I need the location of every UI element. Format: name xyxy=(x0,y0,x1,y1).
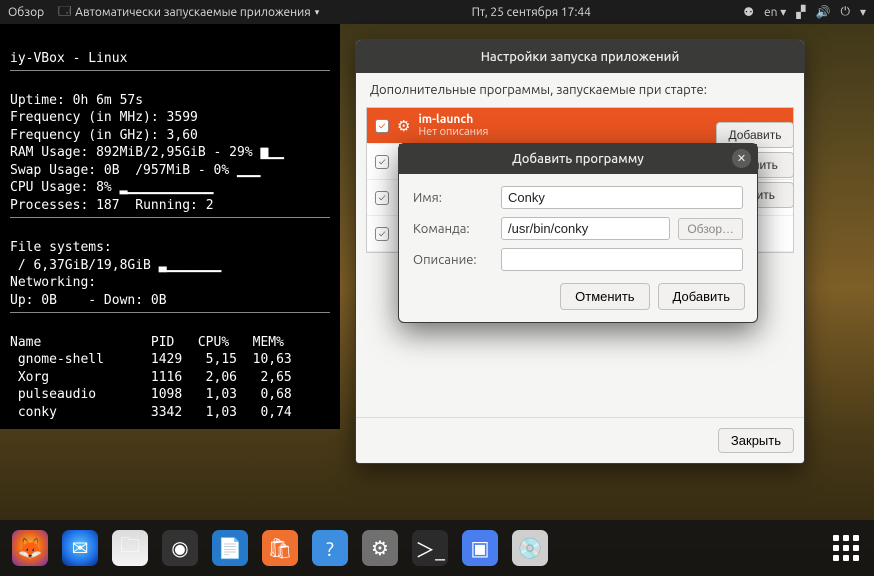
show-applications[interactable] xyxy=(830,532,862,564)
startup-subhead: Дополнительные программы, запускаемые пр… xyxy=(356,73,804,103)
name-label: Имя: xyxy=(413,191,493,205)
window-title: Настройки запуска приложений xyxy=(481,50,680,64)
system-menu-chevron-icon[interactable]: ▾ xyxy=(860,5,866,19)
command-input[interactable] xyxy=(501,217,670,240)
item-sub: Нет описания xyxy=(418,126,488,138)
checkbox-icon[interactable]: ✓ xyxy=(375,191,389,205)
dock-help[interactable]: ? xyxy=(312,530,348,566)
dock-disc[interactable]: 💿 xyxy=(512,530,548,566)
dialog-title: Добавить программу xyxy=(512,152,644,166)
dock-thunderbird[interactable]: ✉ xyxy=(62,530,98,566)
close-icon[interactable]: ✕ xyxy=(732,149,751,168)
dock-terminal[interactable]: ＞_ xyxy=(412,530,448,566)
conky-row: gnome-shell 1429 5,15 10,63 xyxy=(10,352,292,367)
checkbox-icon[interactable]: ✓ xyxy=(375,119,389,133)
item-title: im-launch xyxy=(418,113,488,126)
close-button[interactable]: Закрыть xyxy=(718,428,794,453)
dock-files[interactable]: 🗀 xyxy=(112,530,148,566)
network-icon[interactable]: ▞ xyxy=(796,5,805,19)
description-input[interactable] xyxy=(501,248,743,271)
keyboard-layout[interactable]: en ▾ xyxy=(764,5,786,19)
app-menu[interactable]: 🗔 Автоматически запускаемые приложения ▾ xyxy=(58,2,319,23)
accessibility-icon[interactable]: ⚉ xyxy=(743,5,754,19)
power-icon[interactable]: ⏻ xyxy=(840,5,850,19)
conky-table-header: Name PID CPU% MEM% xyxy=(10,335,284,350)
conky-host: iy-VBox - Linux xyxy=(10,51,127,66)
cancel-button[interactable]: Отменить xyxy=(560,283,649,310)
app-menu-label: Автоматически запускаемые приложения xyxy=(75,6,311,19)
top-panel: Обзор 🗔 Автоматически запускаемые прилож… xyxy=(0,0,874,24)
name-input[interactable] xyxy=(501,186,743,209)
conky-monitor: iy-VBox - Linux Uptime: 0h 6m 57s Freque… xyxy=(0,24,340,429)
dialog-titlebar[interactable]: Добавить программу ✕ xyxy=(399,144,757,174)
window-titlebar[interactable]: Настройки запуска приложений xyxy=(356,40,804,73)
window-icon: 🗔 xyxy=(58,2,71,23)
dock-settings[interactable]: ⚙ xyxy=(362,530,398,566)
command-label: Команда: xyxy=(413,222,493,236)
description-label: Описание: xyxy=(413,253,493,267)
conky-row: pulseaudio 1098 1,03 0,68 xyxy=(10,387,292,402)
clock[interactable]: Пт, 25 сентября 17:44 xyxy=(472,6,591,19)
dock: 🦊 ✉ 🗀 ◉ 📄 🛍 ? ⚙ ＞_ ▣ 💿 xyxy=(0,520,874,576)
activities-button[interactable]: Обзор xyxy=(8,6,44,19)
dock-screenshot[interactable]: ▣ xyxy=(462,530,498,566)
checkbox-icon[interactable]: ✓ xyxy=(375,227,389,241)
dock-writer[interactable]: 📄 xyxy=(212,530,248,566)
dock-firefox[interactable]: 🦊 xyxy=(12,530,48,566)
conky-row: conky 3342 1,03 0,74 xyxy=(10,405,292,420)
system-tray: ⚉ en ▾ ▞ 🔊 ⏻ ▾ xyxy=(743,5,866,19)
conky-row: Xorg 1116 2,06 2,65 xyxy=(10,370,292,385)
checkbox-icon[interactable]: ✓ xyxy=(375,155,389,169)
volume-icon[interactable]: 🔊 xyxy=(816,5,831,19)
gears-icon: ⚙ xyxy=(397,117,410,135)
add-confirm-button[interactable]: Добавить xyxy=(658,283,745,310)
add-program-dialog: Добавить программу ✕ Имя: Команда: Обзор… xyxy=(398,143,758,323)
dock-software[interactable]: 🛍 xyxy=(262,530,298,566)
dock-rhythmbox[interactable]: ◉ xyxy=(162,530,198,566)
chevron-down-icon: ▾ xyxy=(315,7,320,18)
browse-button[interactable]: Обзор… xyxy=(678,218,743,240)
